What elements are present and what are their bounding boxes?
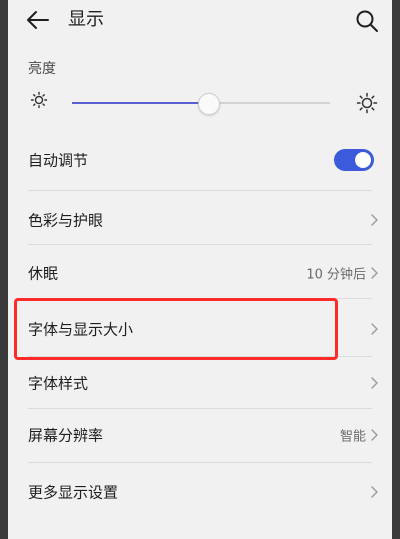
divider [28,190,372,191]
brightness-slider-fill [72,102,209,104]
chevron-right-icon [371,323,378,335]
font-style-row[interactable]: 字体样式 [8,356,392,410]
screen-resolution-row[interactable]: 屏幕分辨率 智能 [8,408,392,462]
sleep-label: 休眠 [28,264,59,283]
brightness-label: 亮度 [28,61,56,77]
screen-resolution-value: 智能 [339,429,366,445]
chevron-right-icon [371,377,378,389]
toggle-knob [355,152,371,168]
sleep-value: 10 分钟后 [306,267,366,283]
auto-adjust-toggle[interactable] [334,149,374,171]
brightness-high-icon [356,92,378,114]
back-arrow-icon[interactable] [24,6,52,34]
chevron-right-icon [371,214,378,226]
chevron-right-icon [371,486,378,498]
search-icon[interactable] [354,8,380,34]
brightness-low-icon [30,91,48,109]
color-eye-comfort-row[interactable]: 色彩与护眼 [8,193,392,247]
highlight-box [14,298,338,360]
sleep-row[interactable]: 休眠 10 分钟后 [8,246,392,300]
auto-adjust-row[interactable]: 自动调节 [8,133,392,187]
more-display-settings-label: 更多显示设置 [28,483,119,502]
display-settings-screen: 显示 亮度 自动调节 色彩与护眼 休眠 10 分钟后 字体与显示大小 字体样式 … [8,0,392,539]
screen-resolution-label: 屏幕分辨率 [28,426,104,445]
chevron-right-icon [371,267,378,279]
page-title: 显示 [68,9,104,30]
brightness-slider-thumb[interactable] [197,93,220,115]
header: 显示 [8,0,392,40]
divider [28,462,372,463]
color-eye-comfort-label: 色彩与护眼 [28,211,104,230]
divider [28,244,372,245]
font-style-label: 字体样式 [28,374,89,393]
more-display-settings-row[interactable]: 更多显示设置 [8,465,392,519]
auto-adjust-label: 自动调节 [28,151,89,170]
chevron-right-icon [371,429,378,441]
